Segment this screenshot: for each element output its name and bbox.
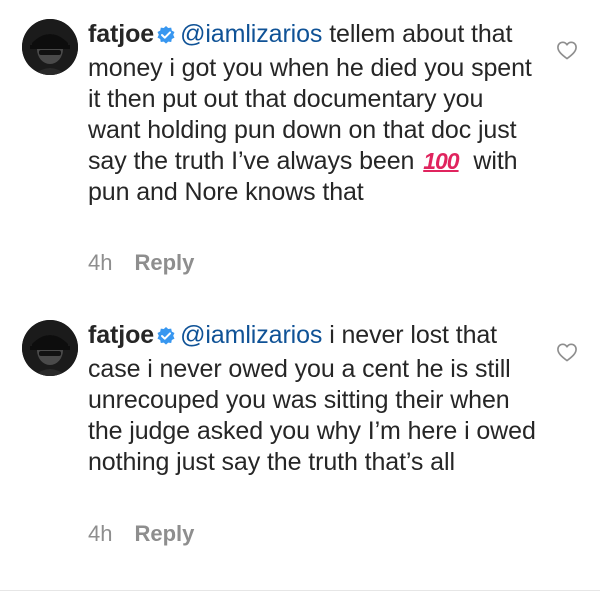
timestamp: 4h [88,521,113,546]
verified-badge-icon [156,22,176,53]
username[interactable]: fatjoe [88,321,154,349]
avatar[interactable] [22,19,78,75]
mention-link[interactable]: @iamlizarios [180,20,322,48]
avatar-image [22,320,78,376]
username[interactable]: fatjoe [88,20,154,48]
timestamp: 4h [88,250,113,275]
comment-meta: 4h Reply [88,250,194,276]
heart-icon[interactable] [556,40,578,60]
avatar[interactable] [22,320,78,376]
comment-text: fatjoe @iamlizarios tellem about that mon… [88,19,536,208]
verified-badge-icon [156,323,176,354]
hundred-points-emoji: 100 [423,148,459,174]
mention-link[interactable]: @iamlizarios [180,321,322,349]
comment-text: fatjoe @iamlizarios i never lost that cas… [88,320,536,478]
avatar-image [22,19,78,75]
reply-button[interactable]: Reply [134,521,194,546]
heart-icon[interactable] [556,342,578,362]
divider [0,590,600,591]
reply-button[interactable]: Reply [134,250,194,275]
comment-meta: 4h Reply [88,521,194,547]
